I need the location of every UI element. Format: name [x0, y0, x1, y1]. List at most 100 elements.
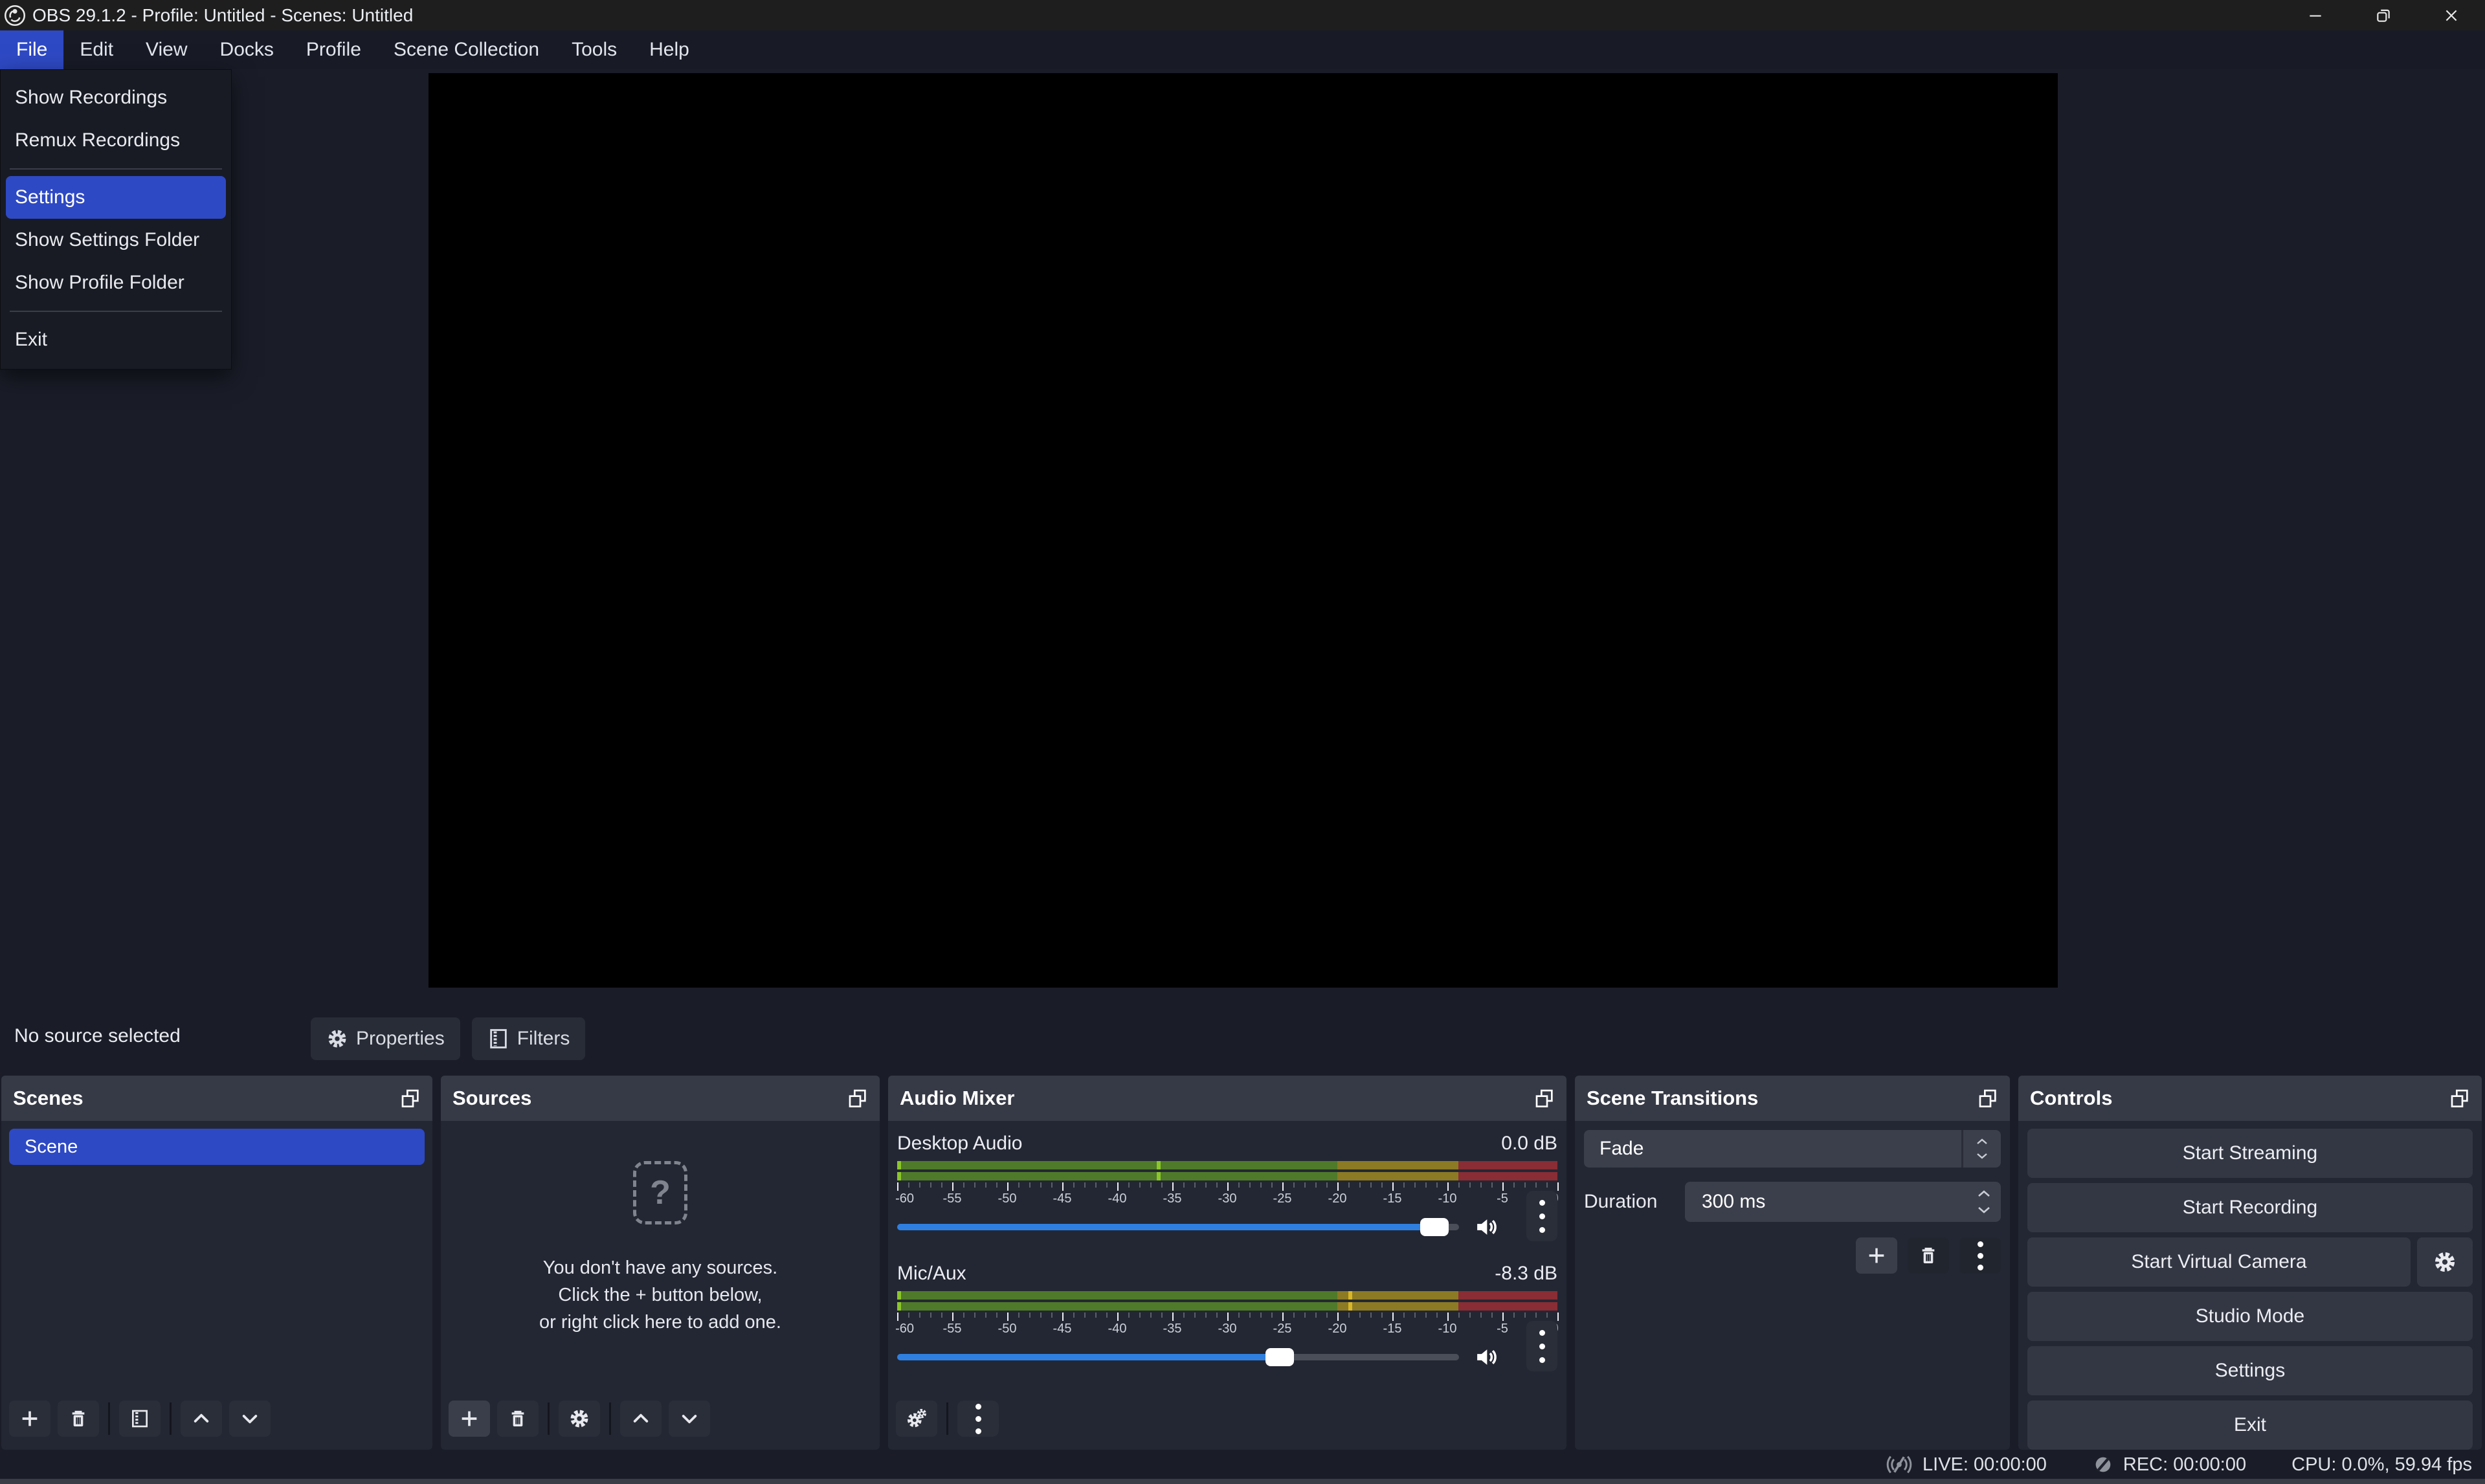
- file-menu-dropdown: Show RecordingsRemux RecordingsSettingsS…: [0, 69, 232, 370]
- menu-help[interactable]: Help: [633, 30, 706, 69]
- dot: [1539, 1200, 1545, 1206]
- db-scale-label: -5: [1497, 1191, 1508, 1206]
- file-menu-item-show-recordings[interactable]: Show Recordings: [1, 76, 231, 119]
- db-tick: [1524, 1312, 1526, 1318]
- move-source-down-button[interactable]: [669, 1401, 710, 1437]
- properties-button[interactable]: Properties: [311, 1017, 460, 1060]
- sources-empty-line: Click the + button below,: [539, 1281, 781, 1309]
- preview-canvas[interactable]: [429, 73, 2058, 988]
- controls-row: Exit: [2027, 1401, 2473, 1450]
- file-menu-item-remux-recordings[interactable]: Remux Recordings: [1, 119, 231, 162]
- move-source-up-button[interactable]: [620, 1401, 662, 1437]
- db-tick: [952, 1312, 953, 1321]
- menu-file[interactable]: File: [0, 30, 63, 69]
- transition-spinner[interactable]: [1961, 1130, 2001, 1168]
- volume-slider-handle[interactable]: [1265, 1348, 1294, 1366]
- mixer-channel-desktop-audio: Desktop Audio 0.0 dB -60-55-50-45-40-35-…: [897, 1129, 1557, 1243]
- transition-select[interactable]: Fade: [1584, 1130, 2001, 1168]
- sources-list[interactable]: ? You don't have any sources. Click the …: [441, 1121, 880, 1394]
- move-scene-down-button[interactable]: [229, 1401, 271, 1437]
- db-tick: [1117, 1182, 1119, 1191]
- db-tick: [919, 1312, 920, 1318]
- popout-icon[interactable]: [1534, 1088, 1555, 1109]
- advanced-audio-button[interactable]: [896, 1401, 937, 1437]
- meter-peak-marker: [897, 1161, 901, 1169]
- db-tick: [1414, 1312, 1416, 1318]
- db-tick: [1348, 1182, 1350, 1188]
- db-scale-label: -5: [1497, 1322, 1508, 1336]
- db-tick: [1227, 1312, 1229, 1321]
- start-streaming-button[interactable]: Start Streaming: [2027, 1129, 2473, 1178]
- mixer-menu-button[interactable]: [957, 1401, 999, 1437]
- popout-icon[interactable]: [2449, 1088, 2470, 1109]
- db-tick: [1414, 1182, 1416, 1188]
- chevron-up-icon[interactable]: [1976, 1189, 1992, 1199]
- chevron-down-icon[interactable]: [1976, 1205, 1992, 1215]
- db-tick: [1018, 1312, 1020, 1318]
- menu-tools[interactable]: Tools: [555, 30, 633, 69]
- start-virtual-camera-button[interactable]: Start Virtual Camera: [2027, 1237, 2411, 1287]
- remove-transition-button[interactable]: [1908, 1237, 1949, 1274]
- popout-icon[interactable]: [847, 1088, 868, 1109]
- file-menu-item-settings[interactable]: Settings: [6, 176, 226, 219]
- start-recording-button[interactable]: Start Recording: [2027, 1183, 2473, 1232]
- studio-mode-button[interactable]: Studio Mode: [2027, 1292, 2473, 1341]
- duration-spinbox[interactable]: 300 ms: [1685, 1182, 2001, 1222]
- menu-docks[interactable]: Docks: [204, 30, 290, 69]
- db-scale-label: -10: [1438, 1191, 1457, 1206]
- window-title: OBS 29.1.2 - Profile: Untitled - Scenes:…: [32, 5, 413, 26]
- db-tick: [996, 1182, 997, 1188]
- volume-slider[interactable]: [897, 1224, 1459, 1230]
- scene-filters-button[interactable]: [119, 1401, 161, 1437]
- file-menu-item-show-settings-folder[interactable]: Show Settings Folder: [1, 219, 231, 261]
- scene-transitions-title: Scene Transitions: [1587, 1087, 1758, 1110]
- volume-meter: [897, 1291, 1557, 1300]
- remove-source-button[interactable]: [497, 1401, 539, 1437]
- source-properties-button[interactable]: [559, 1401, 600, 1437]
- file-menu-item-show-profile-folder[interactable]: Show Profile Folder: [1, 261, 231, 304]
- filters-button[interactable]: Filters: [472, 1017, 586, 1060]
- db-scale-label: -20: [1328, 1322, 1347, 1336]
- db-scale-label: -20: [1328, 1191, 1347, 1206]
- menu-edit[interactable]: Edit: [63, 30, 129, 69]
- speaker-icon[interactable]: [1473, 1344, 1500, 1371]
- settings-button[interactable]: Settings: [2027, 1346, 2473, 1395]
- cpu-fps-text: CPU: 0.0%, 59.94 fps: [2291, 1454, 2472, 1476]
- menu-scene-collection[interactable]: Scene Collection: [377, 30, 555, 69]
- menu-profile[interactable]: Profile: [290, 30, 377, 69]
- move-scene-up-button[interactable]: [181, 1401, 222, 1437]
- dot: [1539, 1357, 1545, 1363]
- remove-scene-button[interactable]: [58, 1401, 99, 1437]
- db-tick: [1557, 1182, 1559, 1191]
- volume-slider[interactable]: [897, 1354, 1459, 1360]
- add-transition-button[interactable]: [1856, 1237, 1897, 1274]
- file-menu-item-exit[interactable]: Exit: [1, 318, 231, 361]
- virtual-camera-settings-button[interactable]: [2417, 1237, 2473, 1287]
- db-scale-label: -55: [943, 1191, 962, 1206]
- add-source-button[interactable]: [449, 1401, 490, 1437]
- popout-icon[interactable]: [400, 1088, 421, 1109]
- db-tick: [1073, 1182, 1075, 1188]
- scene-list-item[interactable]: Scene: [9, 1129, 425, 1165]
- db-tick: [1051, 1182, 1053, 1188]
- close-button[interactable]: [2417, 0, 2485, 30]
- db-tick: [1205, 1312, 1207, 1318]
- transition-menu-button[interactable]: [1959, 1237, 2001, 1274]
- menu-view[interactable]: View: [129, 30, 203, 69]
- db-tick: [1238, 1312, 1240, 1318]
- minimize-button[interactable]: [2281, 0, 2349, 30]
- popout-icon[interactable]: [1978, 1088, 1998, 1109]
- exit-button[interactable]: Exit: [2027, 1401, 2473, 1450]
- db-tick: [1062, 1312, 1064, 1321]
- transition-value: Fade: [1599, 1138, 1644, 1160]
- record-disabled-icon: [2092, 1454, 2114, 1476]
- volume-slider-fill: [897, 1354, 1285, 1360]
- speaker-icon[interactable]: [1473, 1213, 1500, 1241]
- channel-menu-button[interactable]: [1526, 1321, 1557, 1371]
- db-scale-label: -30: [1218, 1191, 1237, 1206]
- volume-slider-handle[interactable]: [1420, 1218, 1449, 1236]
- scenes-panel: Scenes Scene: [1, 1076, 432, 1450]
- add-scene-button[interactable]: [9, 1401, 50, 1437]
- restore-button[interactable]: [2349, 0, 2417, 30]
- channel-menu-button[interactable]: [1526, 1191, 1557, 1241]
